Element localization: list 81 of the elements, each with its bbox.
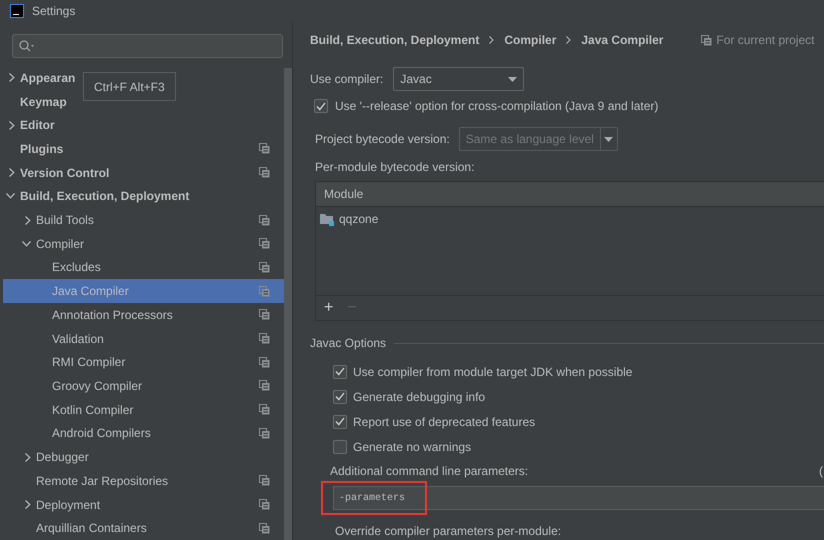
tree-item[interactable]: Appearan: [20, 68, 76, 87]
copy-icon: [259, 356, 270, 368]
checkbox[interactable]: [333, 414, 347, 428]
tree-item[interactable]: Compiler: [36, 234, 84, 253]
scope-note: For current project: [716, 32, 814, 49]
copy-icon: [259, 143, 270, 154]
checkbox-label: Generate no warnings: [353, 438, 472, 456]
copy-icon: [259, 238, 270, 250]
tree-item[interactable]: Validation: [52, 330, 104, 348]
chevron-right-icon[interactable]: [25, 216, 31, 225]
window-title: Settings: [32, 3, 76, 20]
copy-icon: [259, 262, 270, 273]
tree-item[interactable]: Kotlin Compiler: [52, 400, 134, 419]
copy-icon: [259, 475, 270, 486]
table-header: Module: [316, 182, 824, 207]
copy-icon: [259, 333, 270, 344]
chevron-right-icon[interactable]: [25, 500, 31, 509]
chevron-right-icon[interactable]: [9, 168, 15, 178]
tree-item[interactable]: Version Control: [20, 164, 110, 182]
chevron-down-icon[interactable]: [22, 240, 31, 247]
tree-item[interactable]: Groovy Compiler: [52, 376, 142, 395]
caret-icon: [508, 76, 518, 82]
table-cell-text: qqzone: [339, 211, 378, 228]
checkbox[interactable]: [333, 390, 347, 404]
tooltip: Ctrl+F Alt+F3: [83, 72, 176, 101]
tree-item[interactable]: Excludes: [52, 258, 101, 276]
chevron-right-icon: [566, 36, 572, 44]
field-label: Use compiler:: [310, 71, 384, 88]
checkbox-label: Report use of deprecated features: [353, 414, 536, 430]
chevron-right-icon[interactable]: [9, 73, 15, 82]
tree-item-label: Java Compiler: [52, 283, 129, 300]
field-label: Override compiler parameters per-module:: [335, 523, 562, 540]
breadcrumb-item: Compiler: [504, 32, 556, 49]
tree-item[interactable]: Build Tools: [36, 211, 94, 230]
copy-icon: [259, 404, 270, 416]
checkbox-label: Use compiler from module target JDK when possible: [353, 364, 632, 380]
tree-item[interactable]: Plugins: [20, 140, 64, 158]
checkbox-label: Use '--release' option for cross-compilation (Java 9 and later): [335, 98, 658, 115]
tree-item[interactable]: Android Compilers: [52, 424, 151, 442]
tree-item[interactable]: RMI Compiler: [52, 353, 126, 372]
search-field[interactable]: [12, 34, 283, 58]
copy-icon: [259, 286, 270, 297]
copy-icon: [259, 380, 270, 392]
add-button[interactable]: +: [324, 300, 334, 316]
copy-icon: [259, 309, 270, 320]
tree-item[interactable]: Arquillian Containers: [36, 519, 147, 538]
checkbox[interactable]: [314, 99, 328, 113]
chevron-right-icon: [489, 36, 494, 44]
chevron-down-icon[interactable]: [6, 193, 15, 200]
copy-icon: [259, 522, 270, 534]
copy-icon: [259, 428, 270, 439]
tree-item[interactable]: Debugger: [36, 448, 89, 466]
checkbox[interactable]: [333, 364, 347, 378]
search-icon: [19, 40, 35, 52]
tree-item[interactable]: Build, Execution, Deployment: [20, 187, 190, 206]
chevron-right-icon[interactable]: [25, 452, 31, 462]
folder-icon: [320, 212, 335, 226]
section-label: Per-module bytecode version:: [315, 159, 476, 176]
field-label: Additional command line parameters:: [330, 463, 528, 480]
copy-icon: [259, 499, 270, 510]
checkbox[interactable]: [333, 440, 347, 454]
breadcrumb-item: Java Compiler: [581, 32, 664, 49]
scrollbar[interactable]: [284, 68, 292, 540]
tree-item[interactable]: Remote Jar Repositories: [36, 472, 168, 490]
app-logo-icon: [10, 4, 24, 18]
copy-icon: [259, 214, 270, 226]
edge-text: (: [819, 463, 823, 480]
group-title: Javac Options: [310, 335, 386, 352]
copy-icon: [259, 167, 270, 178]
tree-item[interactable]: Deployment: [36, 496, 100, 514]
tree-item[interactable]: Editor: [20, 116, 55, 134]
tree-item[interactable]: Keymap: [20, 92, 67, 111]
tree-item[interactable]: Annotation Processors: [52, 306, 173, 324]
parameters-field[interactable]: -parameters: [333, 486, 824, 510]
copy-icon: [701, 34, 712, 46]
compiler-dropdown[interactable]: Javac: [393, 67, 524, 91]
field-label: Project bytecode version:: [315, 131, 450, 148]
caret-icon: [604, 136, 614, 142]
chevron-right-icon[interactable]: [9, 120, 15, 130]
breadcrumb-item: Build, Execution, Deployment: [310, 32, 480, 49]
checkbox-label: Generate debugging info: [353, 388, 486, 406]
